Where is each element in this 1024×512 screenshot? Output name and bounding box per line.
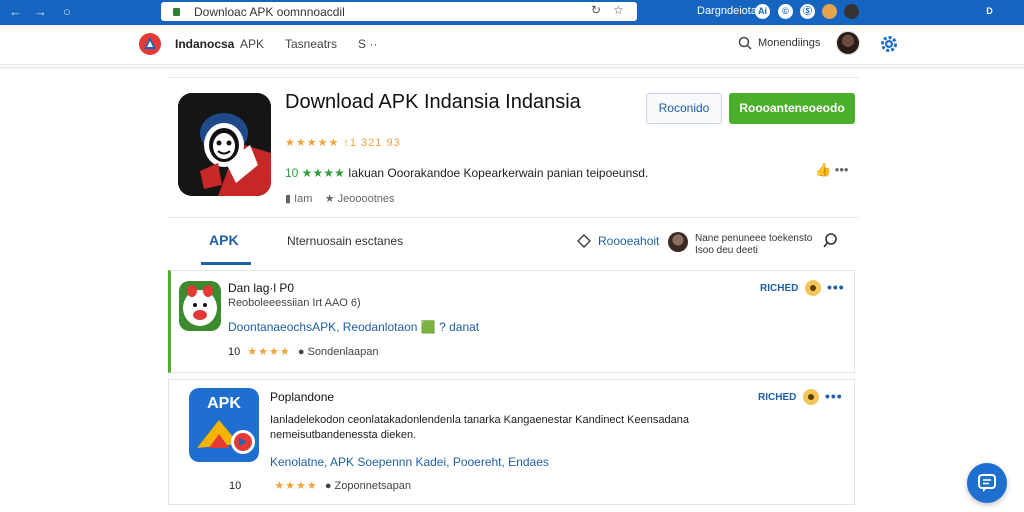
app-mascot-icon xyxy=(178,93,271,196)
card-links[interactable]: DoontanaeochsAPK, Reodanlotaon 🟩 ? danat xyxy=(228,320,479,334)
search-button[interactable]: Monendiings xyxy=(738,31,828,55)
rating-number: 10 xyxy=(228,346,241,358)
star-bookmark-icon[interactable]: ☆ xyxy=(613,3,624,17)
extension-icon-s[interactable]: Ⓢ xyxy=(800,4,815,19)
meta-1: Iam xyxy=(294,193,313,205)
card-rating: 10 ★★★★ ● Sondenlaapan xyxy=(228,345,379,358)
search-icon xyxy=(738,36,752,50)
card-links[interactable]: Kenolatne, APK Soepennn Kadei, Pooereht,… xyxy=(270,455,549,469)
list-item[interactable]: Dan lag·l P0 Reoboleeessiian Irt AAO 6) … xyxy=(168,270,855,373)
back-arrow-icon[interactable]: ← xyxy=(9,4,22,19)
rating-number: 10 xyxy=(229,480,242,492)
reload-icon[interactable]: ↻ xyxy=(591,3,601,17)
app-meta: ▮ Iam ★ Jeooootnes xyxy=(285,192,395,205)
user-avatar-icon[interactable] xyxy=(844,4,859,19)
nav-item-tasneatrs[interactable]: Tasneatrs xyxy=(285,37,337,51)
refresh-icon[interactable]: ○ xyxy=(63,4,71,19)
tab-apk[interactable]: APK xyxy=(209,232,239,248)
app-rating: ★★★★★ ↑1 321 93 xyxy=(285,136,401,149)
gear-icon[interactable] xyxy=(880,35,898,53)
browser-toolbar: ← → ○ Downloac APK oomnnoacdil ↻ ☆ Dargn… xyxy=(0,0,1024,25)
card-subtitle: Ianladelekodon ceonlatakadonlendenla tan… xyxy=(270,414,689,441)
diamond-icon xyxy=(577,234,591,248)
description-text: Iakuan Ooorakandoe Kopearkerwain panian … xyxy=(348,166,649,180)
status-badge: RICHED xyxy=(760,283,799,294)
lock-icon xyxy=(173,7,180,16)
forward-arrow-icon[interactable]: → xyxy=(34,4,47,19)
chat-button[interactable] xyxy=(967,463,1007,503)
coin-icon: ● xyxy=(324,480,332,492)
tab-secondary[interactable]: Nternuosain esctanes xyxy=(287,234,403,248)
thumbs-up-icon[interactable]: 👍 ••• xyxy=(815,162,848,178)
nav-item-more[interactable]: S ·· xyxy=(358,37,377,51)
card-app-icon: APK xyxy=(189,388,259,462)
find-icon[interactable] xyxy=(822,232,840,250)
app-icon xyxy=(178,93,271,196)
star-icon: ★ xyxy=(324,193,335,205)
card-rating: 10 ★★★★ ● Zoponnetsapan xyxy=(229,479,411,492)
more-options-icon[interactable]: ••• xyxy=(827,279,845,295)
coin-badge-icon xyxy=(805,280,821,296)
menu-button[interactable]: D xyxy=(982,4,997,19)
svg-text:APK: APK xyxy=(207,395,241,412)
card-app-icon xyxy=(179,281,221,331)
rating-label: Zoponnetsapan xyxy=(334,480,411,492)
rating-stars: ★★★★ xyxy=(274,480,318,492)
tab-link[interactable]: Roooeahoit xyxy=(598,234,659,248)
header-divider xyxy=(0,66,1024,69)
site-logo-icon[interactable] xyxy=(137,32,163,56)
page-title: Download APK Indansia Indansia xyxy=(285,91,581,113)
download-button[interactable]: Roooanteneoeodo xyxy=(729,93,855,124)
rating-label: Sondenlaapan xyxy=(307,346,379,358)
chat-icon xyxy=(978,474,996,492)
reviewer-avatar xyxy=(668,232,688,252)
card-subtitle: Reoboleeessiian Irt AAO 6) xyxy=(228,297,361,309)
rating-stars: ★★★★ xyxy=(247,346,291,358)
rating-text: ★★★★★ ↑1 321 93 xyxy=(285,137,401,149)
description-prefix: 10 ★★★★ xyxy=(285,166,345,180)
brand-name[interactable]: Indanocsa xyxy=(175,37,234,51)
secondary-button[interactable]: Roconido xyxy=(646,93,722,124)
tab-active-indicator xyxy=(201,262,251,265)
tab-note: Nane penuneee toekensto Isoo deu deeti xyxy=(695,233,813,256)
address-bar[interactable]: Downloac APK oomnnoacdil ↻ ☆ xyxy=(161,2,637,21)
list-item[interactable]: APK Poplandone Ianladelekodon ceonlataka… xyxy=(168,379,855,505)
avatar[interactable] xyxy=(836,31,860,55)
search-label: Monendiings xyxy=(758,37,821,49)
status-badge: RICHED xyxy=(758,392,797,403)
section-divider xyxy=(168,217,859,218)
extension-icon-ai[interactable]: Ai xyxy=(755,4,770,19)
card-title[interactable]: Dan lag·l P0 xyxy=(228,281,294,295)
coin-icon: ● xyxy=(297,346,305,358)
url-text: Downloac APK oomnnoacdil xyxy=(194,4,345,19)
app-description: 10 ★★★★ Iakuan Ooorakandoe Kopearkerwain… xyxy=(285,166,648,180)
card-title[interactable]: Poplandone xyxy=(270,390,334,404)
meta-2: Jeooootnes xyxy=(337,193,395,205)
extension-icon-copyright[interactable]: © xyxy=(778,4,793,19)
coin-badge-icon xyxy=(803,389,819,405)
brand-suffix: APK xyxy=(240,37,265,51)
profile-icon[interactable] xyxy=(822,4,837,19)
meta-icon-1: ▮ xyxy=(285,193,292,205)
account-name[interactable]: Dargndeiota xyxy=(697,5,757,17)
site-header: Indanocsa APK Tasneatrs S ·· Monendiings xyxy=(0,25,1024,65)
more-options-icon[interactable]: ••• xyxy=(825,388,843,404)
